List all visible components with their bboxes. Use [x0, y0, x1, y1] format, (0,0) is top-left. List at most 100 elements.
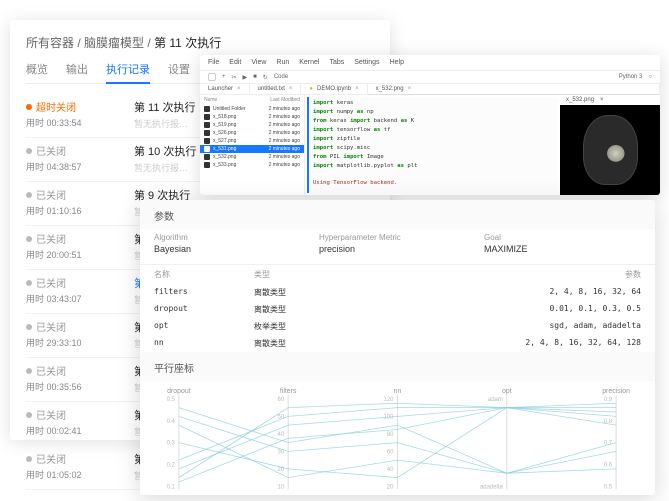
save-icon[interactable]: [208, 73, 216, 81]
params-grid: Algorithm Hyperparameter Metric Goal Bay…: [140, 229, 655, 264]
svg-text:0.4: 0.4: [167, 419, 176, 425]
file-icon: [204, 154, 210, 160]
val-metric: precision: [319, 244, 476, 254]
section-params-title: 参数: [140, 200, 655, 229]
breadcrumb-root[interactable]: 所有容器: [26, 36, 74, 50]
tab-settings[interactable]: 设置: [168, 61, 190, 77]
val-goal: MAXIMIZE: [484, 244, 641, 254]
menu-run[interactable]: Run: [276, 59, 289, 66]
svg-text:40: 40: [387, 467, 394, 473]
editor-tab[interactable]: ●DEMO.ipynb×: [301, 84, 367, 95]
file-icon: [204, 146, 210, 152]
elapsed-time: 用时 01:05:02: [26, 468, 116, 481]
menu-file[interactable]: File: [208, 59, 219, 66]
status-badge: 已关闭: [26, 143, 116, 158]
jupyter-toolbar: + ✂ ▶ ■ ↻ Code Python 3 ○: [200, 71, 660, 84]
svg-text:60: 60: [387, 449, 394, 455]
parallel-coordinates-chart: dropout0.50.40.30.20.1filters60504030201…: [154, 385, 641, 495]
file-row[interactable]: x_532.png2 minutes ago: [200, 153, 304, 161]
svg-text:0.5: 0.5: [167, 397, 176, 403]
param-table: 名称 类型 参数 filters离散类型2, 4, 8, 16, 32, 64d…: [140, 264, 655, 352]
editor-tab[interactable]: untitled.txt×: [250, 84, 302, 95]
tab-exec-log[interactable]: 执行记录: [106, 61, 150, 84]
jupyter-menubar: File Edit View Run Kernel Tabs Settings Help: [200, 55, 660, 71]
svg-text:120: 120: [384, 397, 395, 403]
close-icon[interactable]: ×: [600, 97, 604, 103]
close-icon[interactable]: ×: [408, 86, 412, 92]
file-row[interactable]: x_526.png2 minutes ago: [200, 129, 304, 137]
file-icon: [204, 122, 210, 128]
folder-icon: [204, 106, 210, 112]
file-icon: [204, 162, 210, 168]
close-icon[interactable]: ×: [289, 86, 293, 92]
toolbar-plus-icon[interactable]: +: [222, 74, 226, 80]
toolbar-restart-icon[interactable]: ↻: [263, 74, 268, 81]
jupyter-editor-tabs: Launcher×untitled.txt×●DEMO.ipynb×x_532.…: [200, 84, 660, 95]
menu-view[interactable]: View: [251, 59, 266, 66]
status-badge: 已关闭: [26, 275, 116, 290]
section-parcoord-title: 平行座标: [140, 352, 655, 381]
elapsed-time: 用时 20:00:51: [26, 248, 116, 261]
file-row[interactable]: x_533.png2 minutes ago: [200, 161, 304, 169]
kernel-label[interactable]: Python 3: [619, 74, 643, 80]
toolbar-stop-icon[interactable]: ■: [253, 74, 257, 80]
val-algorithm: Bayesian: [154, 244, 311, 254]
col-params: 参数: [354, 269, 641, 280]
file-row[interactable]: Untitled Folder2 minutes ago: [200, 105, 304, 113]
close-icon[interactable]: ×: [237, 86, 241, 92]
jupyter-panel: File Edit View Run Kernel Tabs Settings Help + …: [200, 55, 660, 195]
file-row[interactable]: x_518.png2 minutes ago: [200, 113, 304, 121]
elapsed-time: 用时 00:02:41: [26, 424, 116, 437]
editor-tab[interactable]: x_532.png×: [368, 84, 660, 95]
svg-text:adam: adam: [488, 397, 503, 403]
table-row: nn离散类型2, 4, 8, 16, 32, 64, 128: [140, 335, 655, 352]
col-type: 类型: [254, 269, 354, 280]
file-row[interactable]: x_527.png2 minutes ago: [200, 137, 304, 145]
hyperparameter-panel: 参数 Algorithm Hyperparameter Metric Goal …: [140, 200, 655, 495]
svg-text:0.5: 0.5: [604, 484, 613, 490]
kernel-status-icon: ○: [648, 74, 652, 80]
svg-text:adadelta: adadelta: [480, 484, 504, 490]
svg-text:10: 10: [278, 484, 285, 490]
svg-text:40: 40: [278, 432, 285, 438]
file-icon: [204, 114, 210, 120]
breadcrumb-current: 第 11 次执行: [154, 36, 221, 50]
editor-tab[interactable]: Launcher×: [200, 84, 250, 95]
files-col-modified: Last Modified: [270, 97, 300, 103]
svg-text:0.2: 0.2: [167, 462, 176, 468]
tab-output[interactable]: 输出: [66, 61, 88, 77]
svg-text:0.3: 0.3: [167, 441, 176, 447]
file-icon: [204, 130, 210, 136]
svg-text:0.6: 0.6: [604, 462, 613, 468]
svg-text:20: 20: [387, 484, 394, 490]
menu-settings[interactable]: Settings: [354, 59, 379, 66]
status-badge: 已关闭: [26, 319, 116, 334]
elapsed-time: 用时 01:10:16: [26, 204, 116, 217]
elapsed-time: 用时 04:38:57: [26, 160, 116, 173]
file-icon: [204, 138, 210, 144]
table-row: opt枚举类型sgd, adam, adadelta: [140, 318, 655, 335]
close-icon[interactable]: ×: [355, 86, 359, 92]
menu-kernel[interactable]: Kernel: [299, 59, 319, 66]
file-row[interactable]: x_531.png2 minutes ago: [200, 145, 304, 153]
toolbar-run-icon[interactable]: ▶: [243, 74, 248, 81]
svg-text:filters: filters: [280, 388, 297, 395]
execution-sub: 暂无执行报…: [134, 161, 196, 174]
lbl-goal: Goal: [484, 233, 641, 242]
image-tab-label[interactable]: x_532.png: [566, 97, 594, 103]
breadcrumb-model[interactable]: 脑膜瘤模型: [84, 36, 144, 50]
menu-help[interactable]: Help: [390, 59, 404, 66]
status-badge: 已关闭: [26, 187, 116, 202]
col-name: 名称: [154, 269, 254, 280]
file-list: Untitled Folder2 minutes agox_518.png2 m…: [200, 105, 304, 169]
toolbar-cut-icon[interactable]: ✂: [232, 74, 237, 81]
menu-tabs[interactable]: Tabs: [329, 59, 344, 66]
files-col-name: Name: [204, 97, 217, 103]
code-dropdown[interactable]: Code: [274, 74, 288, 80]
menu-edit[interactable]: Edit: [229, 59, 241, 66]
tab-overview[interactable]: 概览: [26, 61, 48, 77]
code-cell[interactable]: import kerasimport numpy as npfrom keras…: [307, 97, 558, 193]
file-row[interactable]: x_519.png2 minutes ago: [200, 121, 304, 129]
execution-title: 第 11 次执行: [134, 99, 196, 115]
execution-title: 第 10 次执行: [134, 143, 196, 159]
